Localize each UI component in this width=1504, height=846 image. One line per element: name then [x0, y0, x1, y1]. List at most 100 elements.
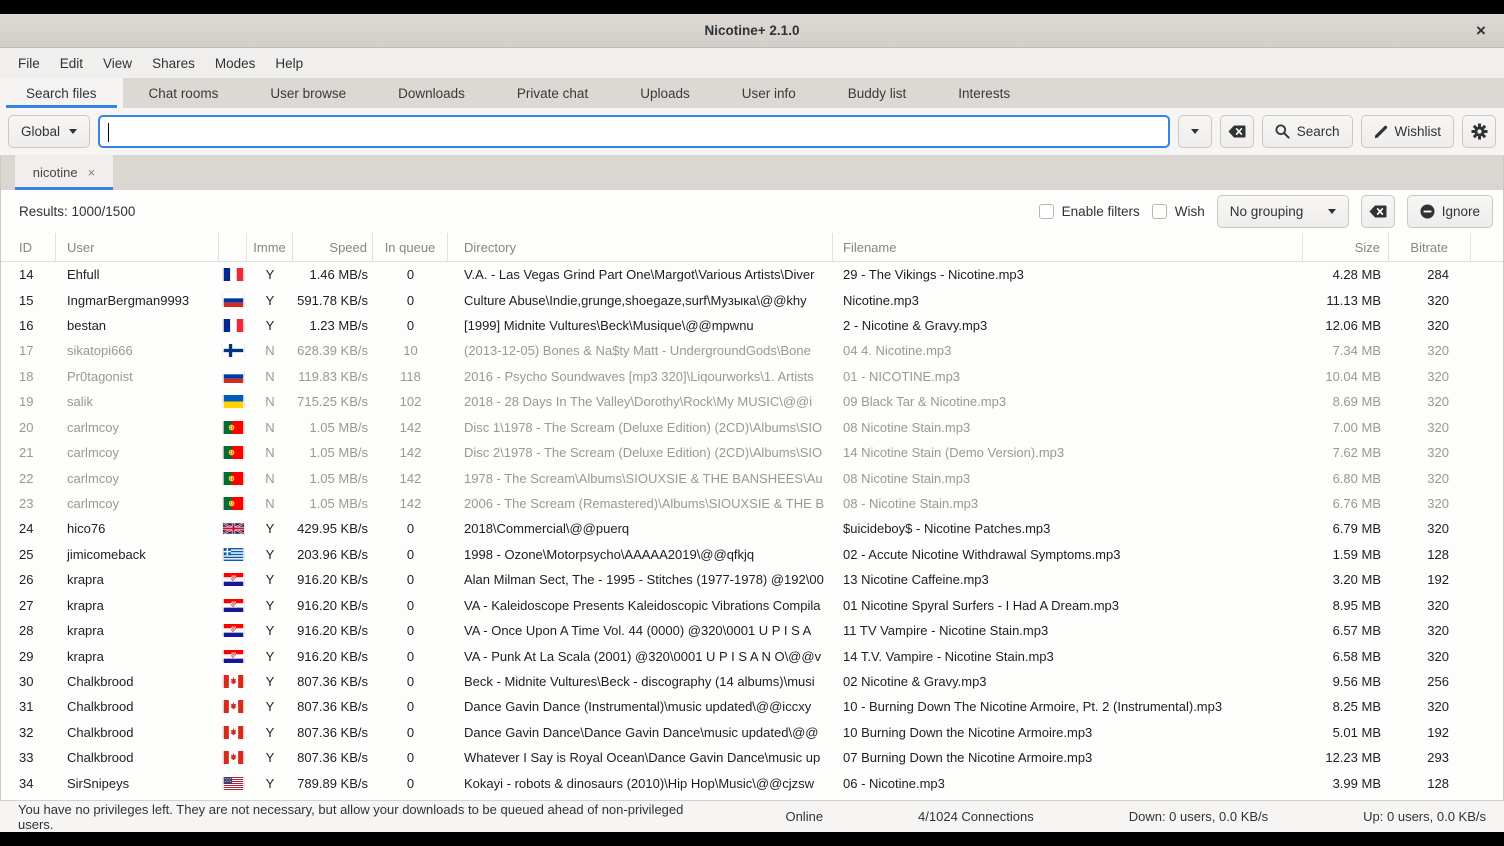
clear-search-button[interactable]: [1220, 115, 1254, 148]
table-row[interactable]: 21carlmcoyN1.05 MB/s142Disc 2\1978 - The…: [1, 440, 1503, 465]
cell-id: 31: [1, 699, 56, 714]
cell-bitrate: 320: [1389, 369, 1471, 384]
column-header-queue[interactable]: In queue: [373, 233, 448, 261]
tab-close-icon[interactable]: ×: [88, 165, 96, 180]
menu-item-shares[interactable]: Shares: [142, 52, 205, 75]
tab-uploads[interactable]: Uploads: [614, 78, 716, 108]
table-row[interactable]: 22carlmcoyN1.05 MB/s1421978 - The Scream…: [1, 465, 1503, 490]
column-header-flag[interactable]: [219, 233, 247, 261]
tab-search-files[interactable]: Search files: [0, 78, 123, 108]
table-row[interactable]: 20carlmcoyN1.05 MB/s142Disc 1\1978 - The…: [1, 415, 1503, 440]
wish-checkbox[interactable]: Wish: [1152, 204, 1205, 219]
column-header-bitrate[interactable]: Bitrate: [1389, 233, 1471, 261]
column-header-id[interactable]: ID: [1, 233, 56, 261]
tab-downloads[interactable]: Downloads: [372, 78, 491, 108]
cell-id: 30: [1, 674, 56, 689]
cell-id: 29: [1, 649, 56, 664]
search-history-dropdown[interactable]: [1178, 115, 1212, 148]
table-row[interactable]: 18Pr0tagonistN119.83 KB/s1182016 - Psych…: [1, 364, 1503, 389]
cell-directory: Beck - Midnite Vultures\Beck - discograp…: [448, 674, 833, 689]
column-header-user[interactable]: User: [56, 233, 219, 261]
flag-icon-fr: [219, 319, 247, 332]
flag-icon-ru: [219, 294, 247, 307]
column-header-speed[interactable]: Speed: [293, 233, 373, 261]
cell-user: carlmcoy: [56, 471, 219, 486]
menu-item-file[interactable]: File: [8, 52, 50, 75]
close-icon[interactable]: ×: [1468, 18, 1494, 44]
cell-size: 6.57 MB: [1303, 623, 1389, 638]
menu-item-view[interactable]: View: [93, 52, 142, 75]
table-row[interactable]: 25jimicomebackY203.96 KB/s01998 - Ozone\…: [1, 542, 1503, 567]
table-row[interactable]: 19salikN715.25 KB/s1022018 - 28 Days In …: [1, 389, 1503, 414]
title-bar[interactable]: Nicotine+ 2.1.0 ×: [0, 14, 1504, 48]
wishlist-button[interactable]: Wishlist: [1361, 115, 1455, 148]
table-row[interactable]: 27krapraY916.20 KB/s0VA - Kaleidoscope P…: [1, 592, 1503, 617]
table-row[interactable]: 14EhfullY1.46 MB/s0V.A. - Las Vegas Grin…: [1, 262, 1503, 287]
tab-interests[interactable]: Interests: [932, 78, 1036, 108]
table-row[interactable]: 28krapraY916.20 KB/s0VA - Once Upon A Ti…: [1, 618, 1503, 643]
table-row[interactable]: 26krapraY916.20 KB/s0Alan Milman Sect, T…: [1, 567, 1503, 592]
table-row[interactable]: 29krapraY916.20 KB/s0VA - Punk At La Sca…: [1, 643, 1503, 668]
column-header-directory[interactable]: Directory: [448, 233, 833, 261]
ignore-button[interactable]: Ignore: [1407, 195, 1493, 228]
cell-speed: 1.23 MB/s: [293, 318, 373, 333]
clear-results-button[interactable]: [1361, 195, 1395, 228]
status-online[interactable]: Online: [785, 809, 823, 824]
table-row[interactable]: 16bestanY1.23 MB/s0[1999] Midnite Vultur…: [1, 313, 1503, 338]
cell-size: 7.62 MB: [1303, 445, 1389, 460]
search-scope-dropdown[interactable]: Global: [8, 115, 90, 148]
cell-bitrate: 284: [1389, 267, 1471, 282]
cell-queue: 0: [373, 598, 448, 613]
settings-button[interactable]: [1462, 115, 1496, 148]
table-row[interactable]: 32ChalkbroodY807.36 KB/s0Dance Gavin Dan…: [1, 720, 1503, 745]
cell-filename: 10 Burning Down the Nicotine Armoire.mp3: [833, 725, 1303, 740]
table-row[interactable]: 31ChalkbroodY807.36 KB/s0Dance Gavin Dan…: [1, 694, 1503, 719]
menu-item-modes[interactable]: Modes: [205, 52, 266, 75]
cell-filename: 04 4. Nicotine.mp3: [833, 343, 1303, 358]
tab-user-browse[interactable]: User browse: [244, 78, 372, 108]
cell-id: 21: [1, 445, 56, 460]
chevron-down-icon: [69, 129, 77, 134]
search-input[interactable]: [98, 115, 1170, 148]
column-header-stub[interactable]: [1471, 233, 1504, 261]
flag-icon-hr: [219, 650, 247, 663]
cell-user: Pr0tagonist: [56, 369, 219, 384]
grouping-dropdown[interactable]: No grouping: [1217, 195, 1349, 228]
table-row[interactable]: 15IngmarBergman9993Y591.78 KB/s0Culture …: [1, 287, 1503, 312]
table-row[interactable]: 33ChalkbroodY807.36 KB/s0Whatever I Say …: [1, 745, 1503, 770]
search-button[interactable]: Search: [1262, 115, 1353, 148]
table-row[interactable]: 23carlmcoyN1.05 MB/s1422006 - The Scream…: [1, 491, 1503, 516]
cell-queue: 118: [373, 369, 448, 384]
table-row[interactable]: 24hico76Y429.95 KB/s02018\Commercial\@@p…: [1, 516, 1503, 541]
cell-speed: 591.78 KB/s: [293, 293, 373, 308]
cell-bitrate: 320: [1389, 394, 1471, 409]
cell-directory: 2018\Commercial\@@puerq: [448, 521, 833, 536]
cell-bitrate: 192: [1389, 725, 1471, 740]
table-row[interactable]: 34SirSnipeysY789.89 KB/s0Kokayi - robots…: [1, 770, 1503, 795]
cell-imm: N: [247, 471, 293, 486]
menu-item-help[interactable]: Help: [265, 52, 313, 75]
cell-id: 27: [1, 598, 56, 613]
column-header-imm[interactable]: Imme: [247, 233, 293, 261]
cell-size: 8.25 MB: [1303, 699, 1389, 714]
cell-imm: Y: [247, 750, 293, 765]
tab-chat-rooms[interactable]: Chat rooms: [123, 78, 245, 108]
table-row[interactable]: 17sikatopi666N628.39 KB/s10(2013-12-05) …: [1, 338, 1503, 363]
cell-filename: 14 Nicotine Stain (Demo Version).mp3: [833, 445, 1303, 460]
tab-private-chat[interactable]: Private chat: [491, 78, 614, 108]
cell-queue: 142: [373, 445, 448, 460]
status-up[interactable]: Up: 0 users, 0.0 KB/s: [1363, 809, 1486, 824]
tab-nicotine[interactable]: nicotine ×: [15, 155, 113, 190]
column-header-filename[interactable]: Filename: [833, 233, 1303, 261]
enable-filters-checkbox[interactable]: Enable filters: [1039, 204, 1140, 219]
tab-user-info[interactable]: User info: [716, 78, 822, 108]
cell-bitrate: 256: [1389, 674, 1471, 689]
table-row[interactable]: 30ChalkbroodY807.36 KB/s0Beck - Midnite …: [1, 669, 1503, 694]
tab-buddy-list[interactable]: Buddy list: [822, 78, 933, 108]
cell-imm: N: [247, 394, 293, 409]
cell-imm: Y: [247, 649, 293, 664]
status-down[interactable]: Down: 0 users, 0.0 KB/s: [1129, 809, 1268, 824]
cell-directory: Disc 1\1978 - The Scream (Deluxe Edition…: [448, 420, 833, 435]
menu-item-edit[interactable]: Edit: [50, 52, 93, 75]
column-header-size[interactable]: Size: [1303, 233, 1389, 261]
